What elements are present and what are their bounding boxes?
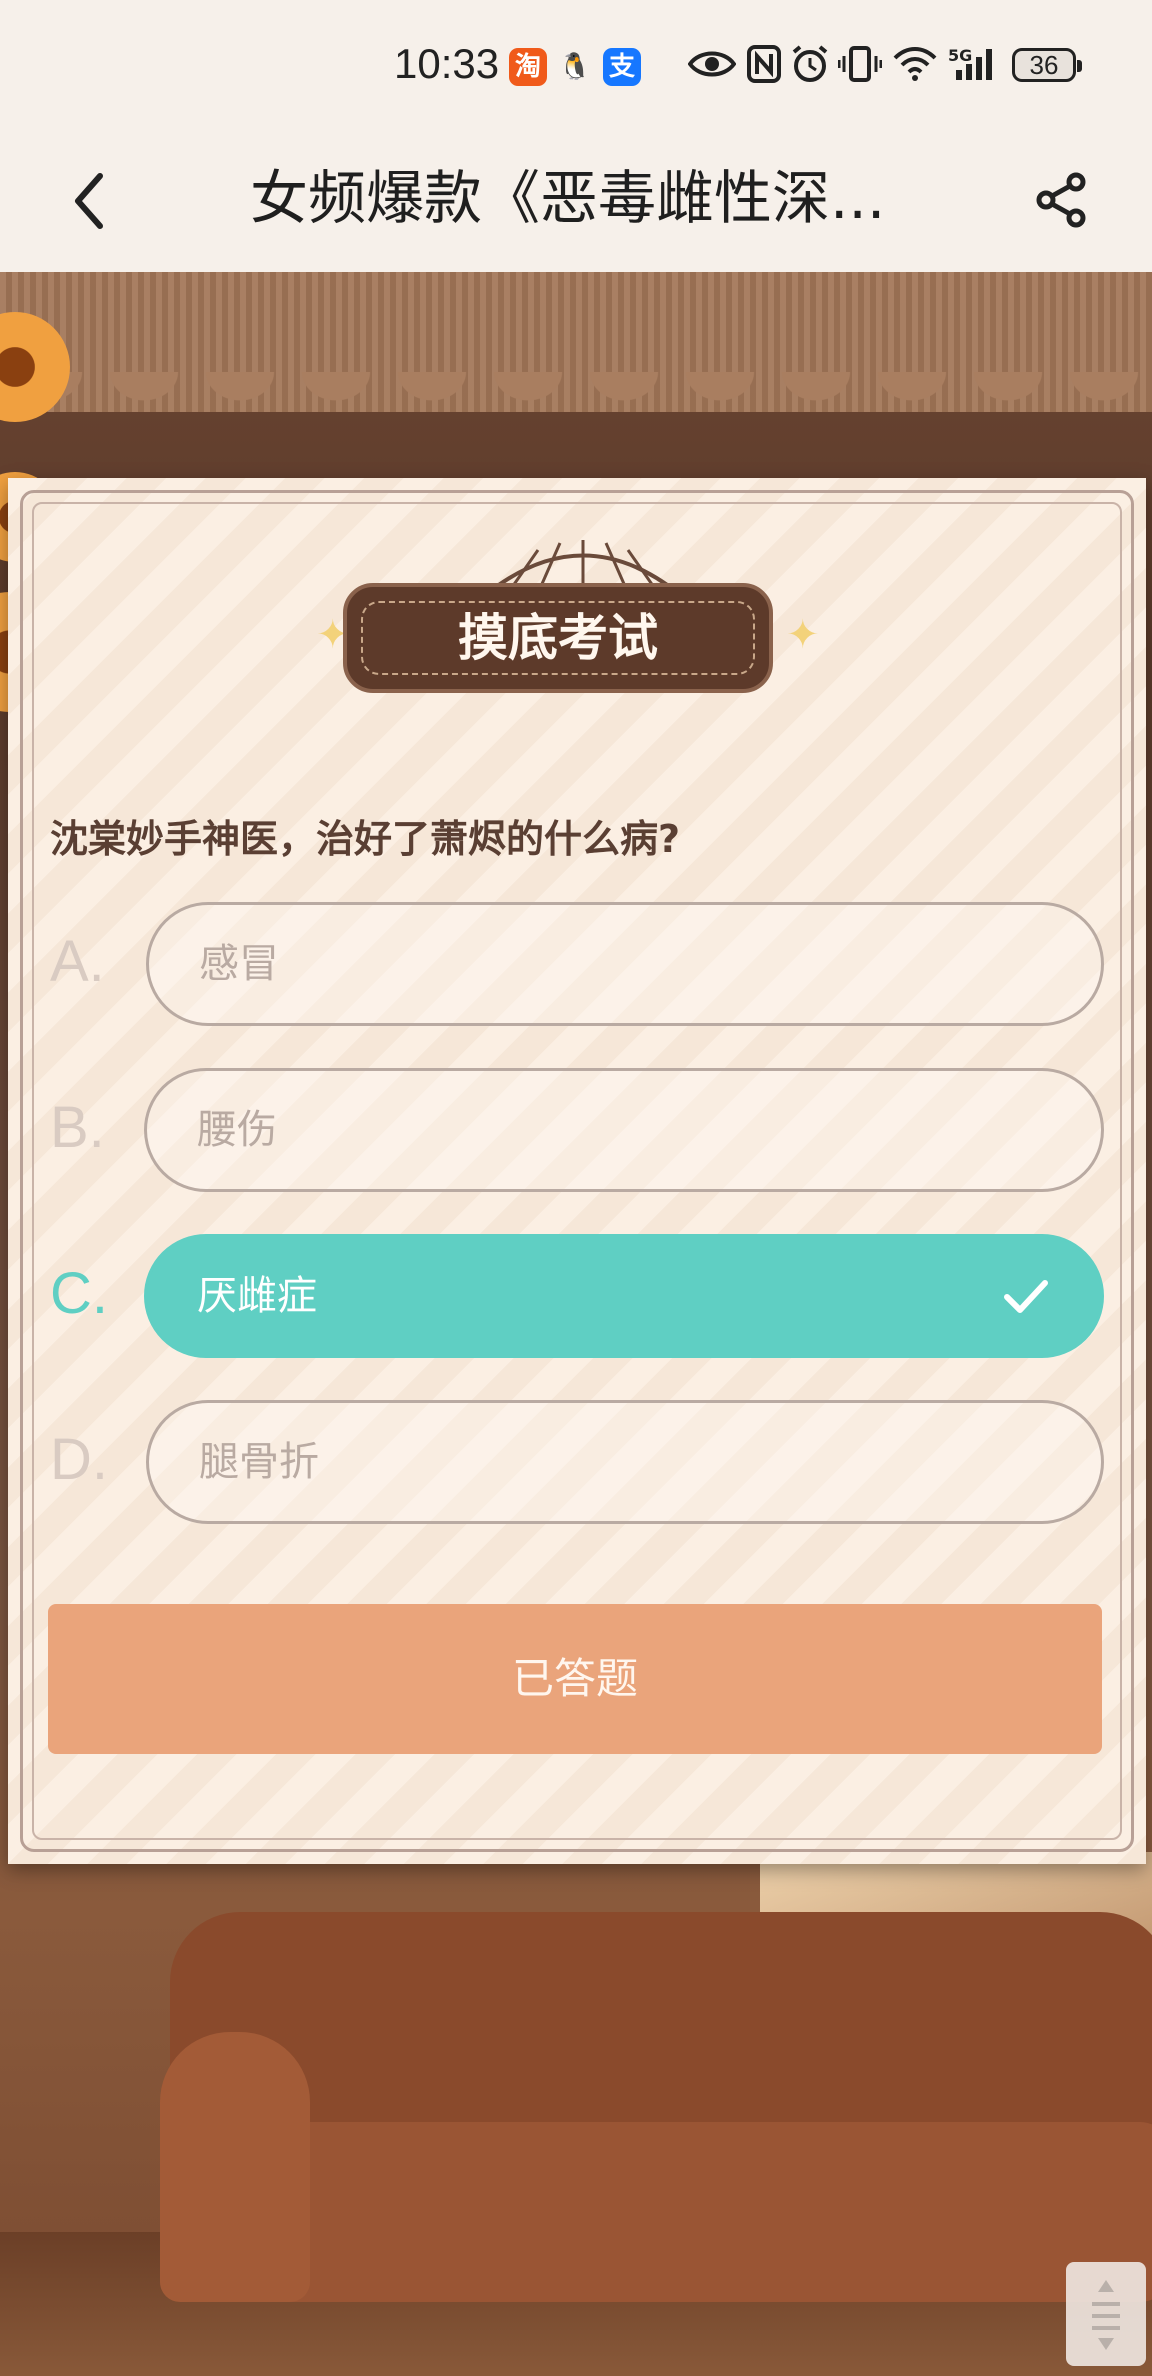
page-title: 女频爆款《恶毒雌性深... (250, 164, 886, 232)
nfc-icon (747, 45, 781, 83)
status-bar: 10:33 淘 🐧 支 5G 36 (0, 0, 1152, 128)
sofa-seat (170, 2122, 1152, 2302)
answered-button[interactable]: 已答题 (48, 1604, 1102, 1754)
alipay-icon: 支 (603, 48, 641, 86)
alarm-icon (792, 45, 828, 82)
qq-icon: 🐧 (558, 52, 592, 82)
banner-title: 摸底考试 (458, 609, 658, 667)
scroll-handle[interactable] (1066, 2262, 1146, 2366)
option-label: 厌雌症 (197, 1273, 317, 1319)
question-text: 沈棠妙手神医，治好了萧烬的什么病? (50, 817, 681, 861)
signal-icon (956, 49, 992, 80)
sofa-arm (160, 2032, 310, 2302)
option-label: 腰伤 (197, 1107, 277, 1153)
eye-icon (688, 51, 736, 77)
option-letter-c: C. (50, 1261, 108, 1326)
battery-indicator: 36 (1012, 48, 1082, 82)
option-letter-a: A. (50, 929, 105, 994)
chevron-left-icon (75, 173, 103, 229)
scroll-lines-icon (1092, 2280, 1120, 2350)
share-icon (1036, 172, 1086, 228)
status-clock: 10:33 (394, 40, 500, 87)
check-icon (1004, 1280, 1048, 1313)
quiz-card: ✦ ✦ 摸底考试 沈棠妙手神医，治好了萧烬的什么病? A. 感冒 B. 腰伤 C… (8, 478, 1146, 1864)
lace-curtain-edge (0, 372, 1152, 432)
option-b[interactable]: 腰伤 (144, 1068, 1104, 1192)
sparkle-icon: ✦ (786, 612, 820, 658)
option-label: 腿骨折 (199, 1439, 319, 1485)
back-button[interactable] (60, 166, 120, 236)
option-letter-d: D. (50, 1427, 108, 1492)
taobao-icon: 淘 (509, 48, 547, 86)
option-letter-b: B. (50, 1095, 105, 1160)
share-button[interactable] (1030, 168, 1094, 232)
sofa (170, 1912, 1152, 2142)
option-label: 感冒 (199, 941, 279, 987)
vibrate-icon (838, 46, 882, 82)
nav-header: 女频爆款《恶毒雌性深... (0, 128, 1152, 272)
exam-banner: 摸底考试 (343, 583, 773, 693)
wifi-icon (893, 47, 937, 81)
option-d[interactable]: 腿骨折 (146, 1400, 1104, 1524)
option-c[interactable]: 厌雌症 (144, 1234, 1104, 1358)
option-a[interactable]: 感冒 (146, 902, 1104, 1026)
